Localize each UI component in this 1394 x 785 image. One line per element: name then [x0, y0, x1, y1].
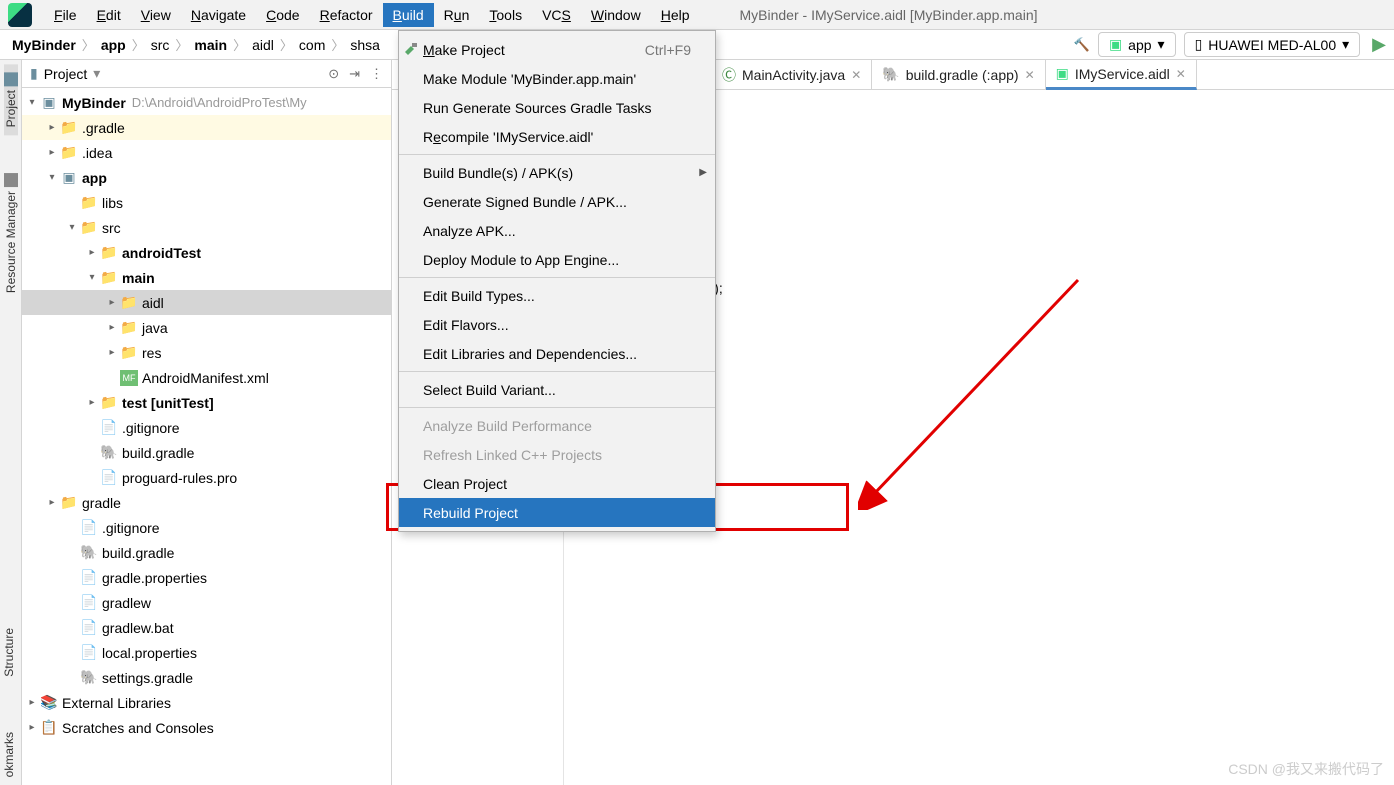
tree-item[interactable]: AndroidManifest.xml — [142, 370, 269, 386]
close-icon[interactable]: ✕ — [1025, 68, 1035, 82]
app-logo-icon — [8, 3, 32, 27]
collapse-icon[interactable]: ⋮ — [370, 66, 383, 82]
breadcrumb-item[interactable]: MyBinder — [8, 37, 80, 53]
breadcrumb-item[interactable]: shsa — [346, 37, 384, 53]
project-tree[interactable]: ▾▣MyBinderD:\Android\AndroidProTest\My ▸… — [22, 88, 391, 785]
tree-item[interactable]: src — [102, 220, 121, 236]
tree-item[interactable]: gradlew.bat — [102, 620, 174, 636]
menu-run[interactable]: Run — [434, 3, 480, 27]
chevron-down-icon: ▾ — [1342, 36, 1349, 53]
menu-make-module[interactable]: Make Module 'MyBinder.app.main' — [399, 64, 715, 93]
device-label: HUAWEI MED-AL00 — [1208, 37, 1336, 53]
tool-tab-bookmarks[interactable]: okmarks — [0, 724, 18, 785]
menu-recompile[interactable]: Recompile 'IMyService.aidl' — [399, 122, 715, 151]
close-icon[interactable]: ✕ — [851, 68, 861, 82]
tree-root[interactable]: MyBinder — [62, 95, 126, 111]
menu-bar: File Edit View Navigate Code Refactor Bu… — [0, 0, 1394, 30]
tree-item[interactable]: gradle — [82, 495, 121, 511]
tree-item[interactable]: main — [122, 270, 155, 286]
tree-item[interactable]: .gitignore — [102, 520, 160, 536]
device-dropdown[interactable]: ▯ HUAWEI MED-AL00 ▾ — [1184, 32, 1361, 57]
hammer-icon — [403, 42, 419, 58]
breadcrumb-item[interactable]: com — [295, 37, 329, 53]
tree-item[interactable]: External Libraries — [62, 695, 171, 711]
run-button[interactable]: ▶ — [1368, 34, 1386, 55]
hammer-icon[interactable]: 🔨 — [1074, 37, 1090, 53]
editor-tab[interactable]: ⒸMainActivity.java✕ — [712, 60, 872, 89]
menu-edit-flavors[interactable]: Edit Flavors... — [399, 310, 715, 339]
menu-vcs[interactable]: VCS — [532, 3, 581, 27]
chevron-down-icon: ▾ — [1158, 36, 1165, 53]
menu-rebuild-project[interactable]: Rebuild Project — [399, 498, 715, 527]
menu-edit[interactable]: Edit — [87, 3, 131, 27]
close-icon[interactable]: ✕ — [1176, 67, 1186, 81]
tool-tab-project[interactable]: Project — [4, 64, 18, 135]
gradle-icon: 🐘 — [882, 66, 899, 83]
tree-item[interactable]: proguard-rules.pro — [122, 470, 237, 486]
tree-item[interactable]: androidTest — [122, 245, 201, 261]
breadcrumb-item[interactable]: app — [97, 37, 130, 53]
editor-tab-active[interactable]: ▣IMyService.aidl✕ — [1046, 60, 1197, 90]
chevron-down-icon[interactable]: ▾ — [93, 65, 100, 82]
menu-view[interactable]: View — [131, 3, 181, 27]
editor-tab[interactable]: 🐘build.gradle (:app)✕ — [872, 60, 1045, 89]
panel-title[interactable]: Project — [44, 66, 88, 82]
menu-analyze-apk[interactable]: Analyze APK... — [399, 216, 715, 245]
menu-file[interactable]: File — [44, 3, 87, 27]
select-opened-icon[interactable]: ⊙ — [328, 66, 339, 82]
android-icon: ▣ — [1109, 36, 1122, 53]
tree-item[interactable]: java — [142, 320, 168, 336]
tree-item[interactable]: app — [82, 170, 107, 186]
tree-item[interactable]: .gitignore — [122, 420, 180, 436]
tree-item-aidl[interactable]: aidl — [142, 295, 164, 311]
menu-run-generate[interactable]: Run Generate Sources Gradle Tasks — [399, 93, 715, 122]
tree-item[interactable]: gradlew — [102, 595, 151, 611]
breadcrumb-item[interactable]: src — [147, 37, 174, 53]
window-title: MyBinder - IMyService.aidl [MyBinder.app… — [740, 7, 1038, 23]
menu-build-bundles[interactable]: Build Bundle(s) / APK(s)▶ — [399, 158, 715, 187]
menu-edit-libs[interactable]: Edit Libraries and Dependencies... — [399, 339, 715, 368]
submenu-arrow-icon: ▶ — [699, 167, 707, 178]
tree-item[interactable]: .idea — [82, 145, 112, 161]
menu-window[interactable]: Window — [581, 3, 651, 27]
menu-refactor[interactable]: Refactor — [310, 3, 383, 27]
menu-deploy[interactable]: Deploy Module to App Engine... — [399, 245, 715, 274]
tree-item[interactable]: test — [122, 395, 147, 411]
menu-navigate[interactable]: Navigate — [181, 3, 256, 27]
tree-item[interactable]: res — [142, 345, 161, 361]
menu-make-project[interactable]: Make ProjectCtrl+F9 — [399, 35, 715, 64]
menu-gen-signed[interactable]: Generate Signed Bundle / APK... — [399, 187, 715, 216]
run-config-dropdown[interactable]: ▣ app ▾ — [1098, 32, 1176, 57]
run-config-label: app — [1128, 37, 1151, 53]
tree-item[interactable]: .gradle — [82, 120, 125, 136]
watermark: CSDN @我又来搬代码了 — [1228, 759, 1384, 779]
menu-edit-build-types[interactable]: Edit Build Types... — [399, 281, 715, 310]
tree-item[interactable]: local.properties — [102, 645, 197, 661]
menu-build[interactable]: Build — [383, 3, 434, 27]
phone-icon: ▯ — [1195, 36, 1203, 53]
project-view-icon: ▮ — [30, 65, 38, 82]
breadcrumb-item[interactable]: aidl — [248, 37, 278, 53]
menu-analyze-perf: Analyze Build Performance — [399, 411, 715, 440]
menu-refresh-cpp: Refresh Linked C++ Projects — [399, 440, 715, 469]
menu-select-variant[interactable]: Select Build Variant... — [399, 375, 715, 404]
tree-item[interactable]: settings.gradle — [102, 670, 193, 686]
class-icon: Ⓒ — [722, 65, 736, 85]
tree-item[interactable]: build.gradle — [102, 545, 174, 561]
tree-item[interactable]: gradle.properties — [102, 570, 207, 586]
menu-tools[interactable]: Tools — [479, 3, 532, 27]
aidl-icon: ▣ — [1056, 65, 1069, 82]
tree-item[interactable]: Scratches and Consoles — [62, 720, 214, 736]
tool-tab-structure[interactable]: Structure — [0, 620, 18, 685]
tree-item[interactable]: build.gradle — [122, 445, 194, 461]
menu-help[interactable]: Help — [651, 3, 700, 27]
expand-icon[interactable]: ⇥ — [349, 66, 360, 82]
menu-code[interactable]: Code — [256, 3, 309, 27]
menu-clean-project[interactable]: Clean Project — [399, 469, 715, 498]
breadcrumb-item[interactable]: main — [190, 37, 231, 53]
project-panel: ▮ Project ▾ ⊙ ⇥ ⋮ ▾▣MyBinderD:\Android\A… — [22, 60, 392, 785]
tool-tab-resource-manager[interactable]: Resource Manager — [4, 165, 18, 301]
tree-item[interactable]: libs — [102, 195, 123, 211]
build-dropdown-menu: Make ProjectCtrl+F9 Make Module 'MyBinde… — [398, 30, 716, 532]
